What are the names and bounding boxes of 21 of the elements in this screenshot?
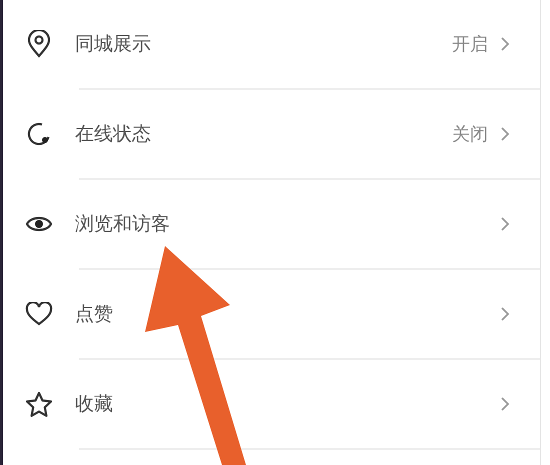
- settings-row[interactable]: 在线状态 关闭: [3, 90, 540, 178]
- chevron-icon: [500, 216, 510, 232]
- row-label: 同城展示: [75, 32, 152, 57]
- row-label: 收藏: [75, 392, 114, 417]
- settings-row[interactable]: 收藏: [3, 360, 540, 448]
- status-ring-icon: [26, 121, 52, 147]
- row-value: 开启: [452, 32, 488, 56]
- chevron-icon: [500, 396, 510, 412]
- settings-row[interactable]: 浏览和访客: [3, 180, 540, 268]
- heart-icon: [25, 302, 53, 326]
- row-label: 点赞: [75, 302, 114, 327]
- row-label: 浏览和访客: [75, 212, 171, 237]
- chevron-icon: [500, 306, 510, 322]
- chevron-icon: [500, 36, 510, 52]
- star-icon: [25, 390, 53, 418]
- location-pin-icon: [27, 30, 51, 58]
- row-value: 关闭: [452, 122, 488, 146]
- settings-row[interactable]: 点赞: [3, 270, 540, 358]
- chevron-icon: [500, 126, 510, 142]
- settings-row[interactable]: 同城展示 开启: [3, 0, 540, 88]
- row-label: 在线状态: [75, 122, 152, 147]
